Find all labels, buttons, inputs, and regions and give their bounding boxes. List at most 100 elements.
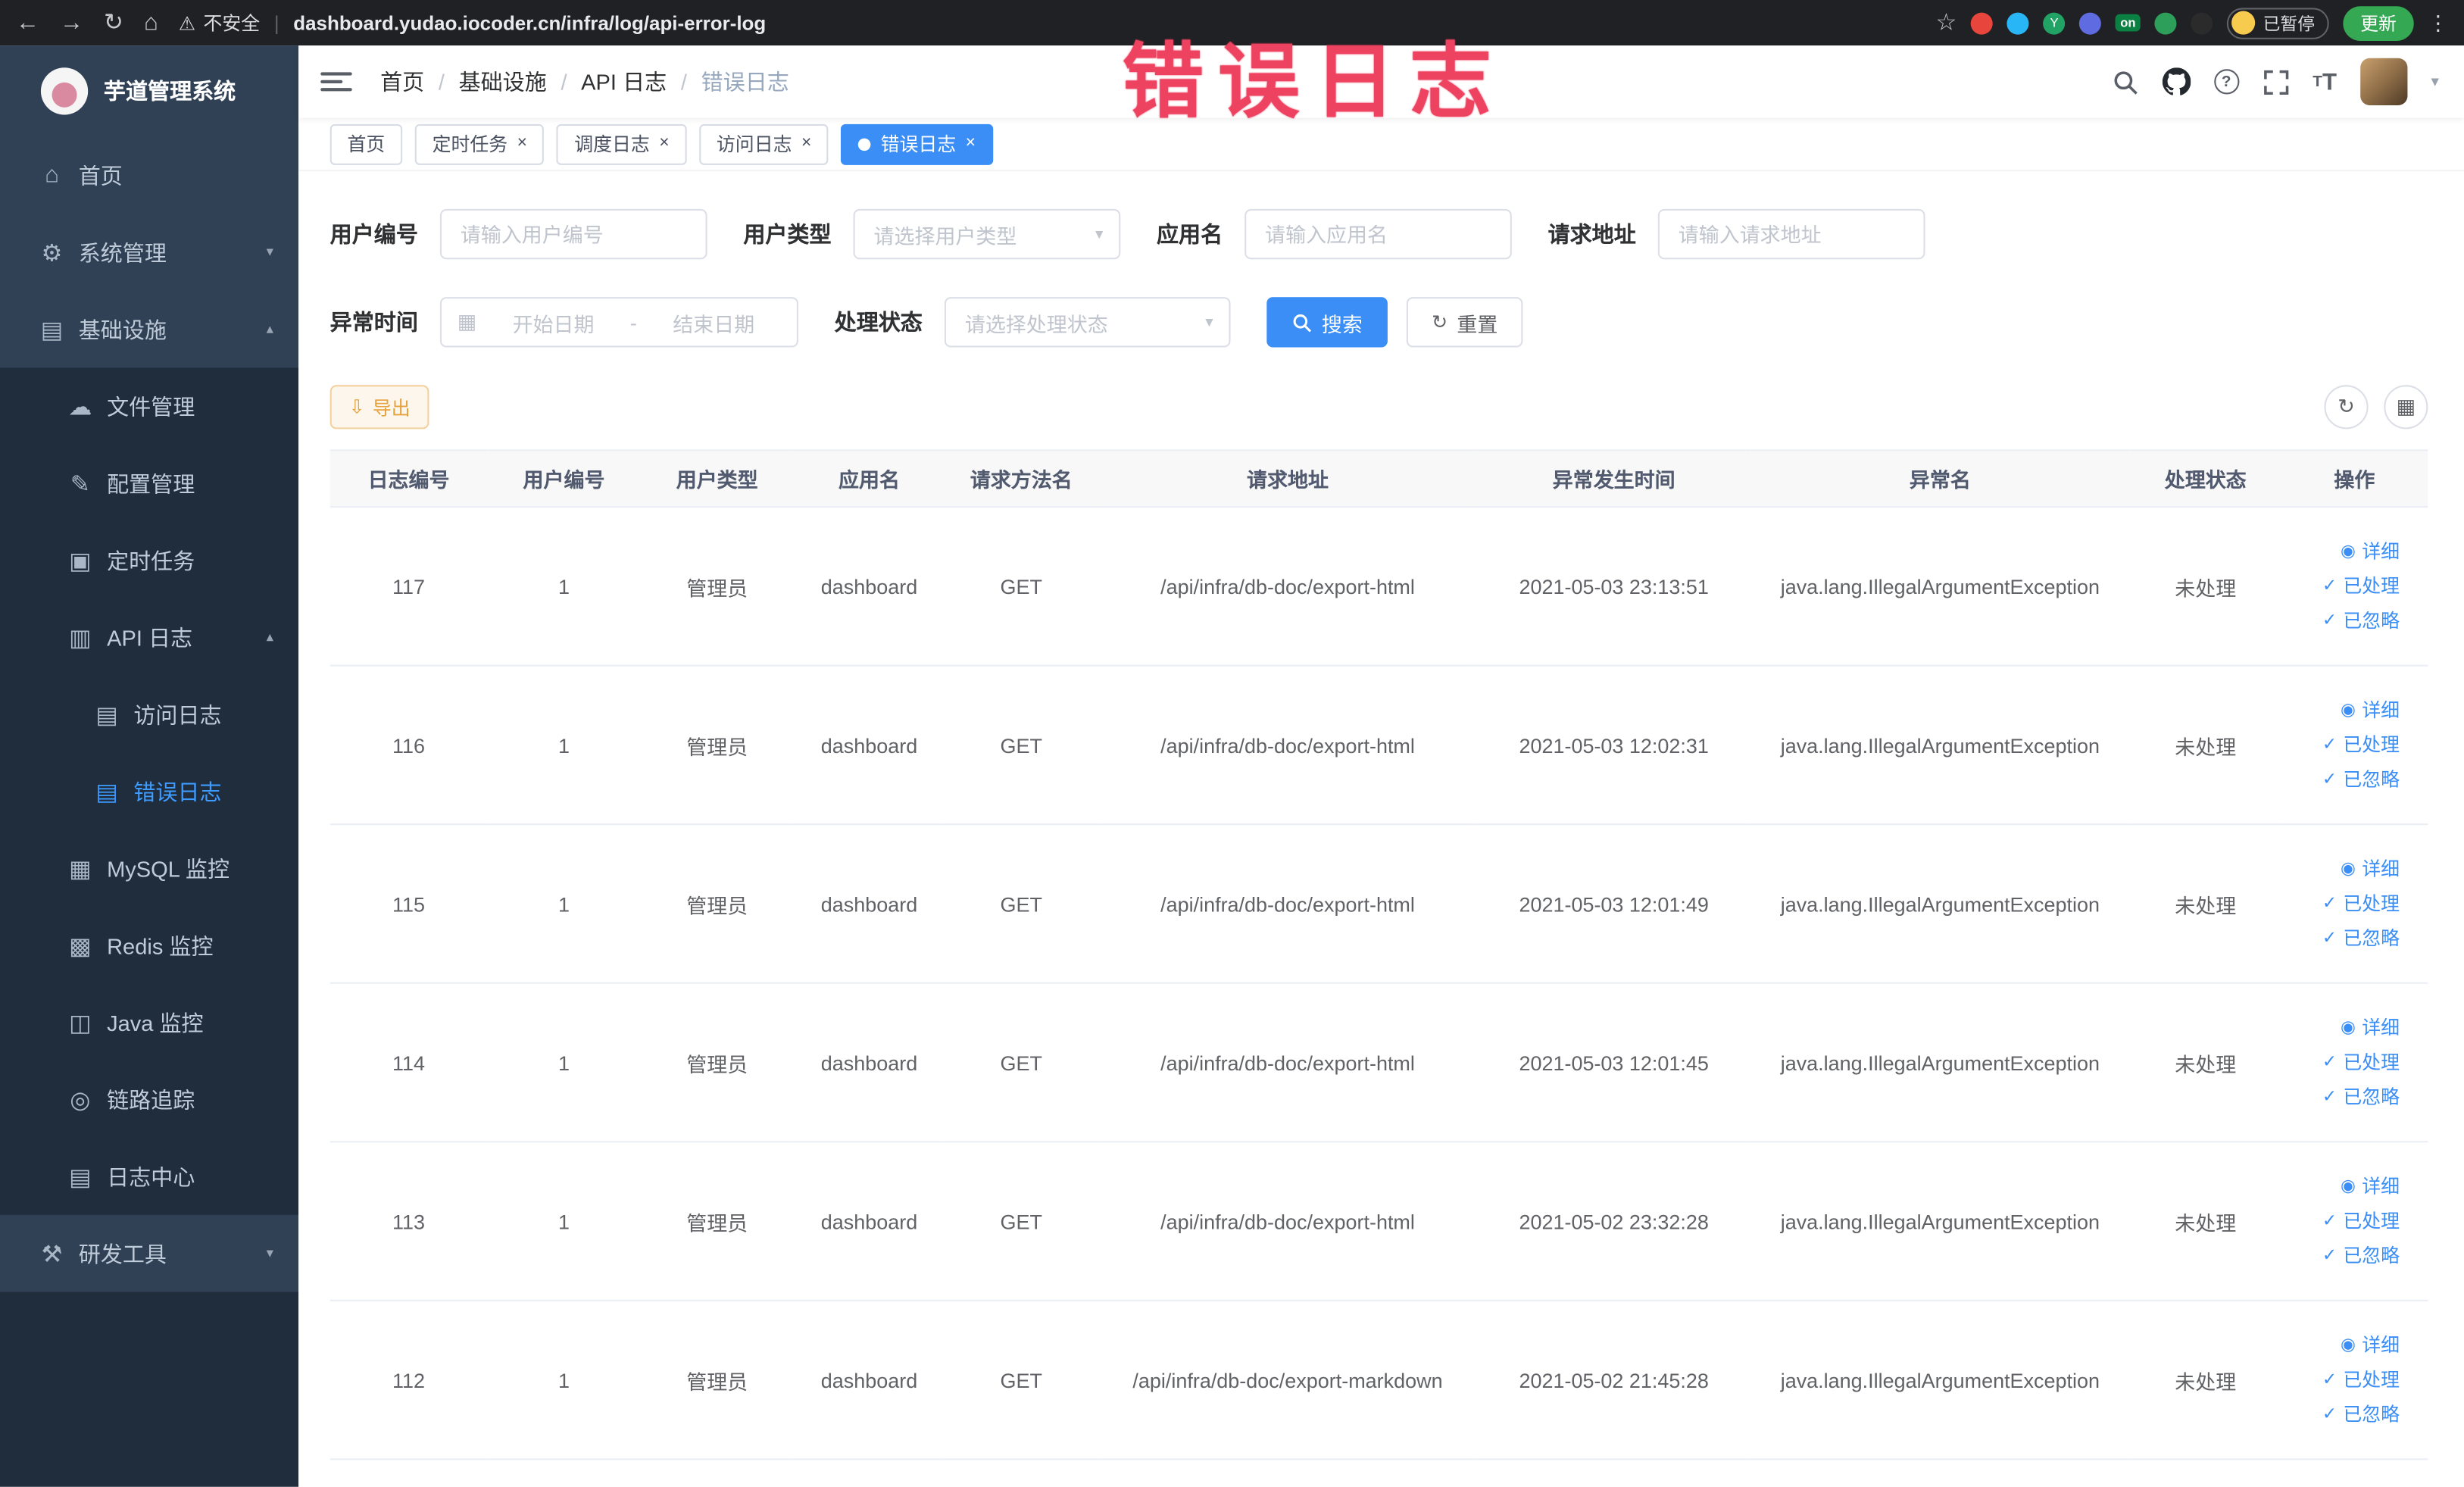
reload-icon[interactable]: ↻ [104,11,123,35]
request-url-input[interactable] [1657,208,1925,260]
sidebar-item-api-log[interactable]: ▥ API 日志 ▴ [0,598,298,676]
extension-icon[interactable] [2079,11,2102,34]
sidebar-item-system-management[interactable]: ⚙ 系统管理 ▾ [0,214,298,291]
breadcrumb-item[interactable]: 首页 [380,66,424,97]
processed-link[interactable]: ✓ 已处理 [2291,1363,2400,1398]
sidebar-item-trace[interactable]: ◎ 链路追踪 [0,1061,298,1138]
help-icon[interactable]: ? [2213,69,2239,95]
refresh-button[interactable]: ↻ [2324,385,2369,430]
sidebar-item-access-log[interactable]: ▤ 访问日志 [0,676,298,753]
address-bar[interactable]: ⚠ 不安全 | dashboard.yudao.iocoder.cn/infra… [179,9,1916,36]
extension-icon[interactable] [2191,11,2213,34]
extension-icon[interactable] [2154,11,2177,34]
hamburger-icon[interactable] [320,72,352,92]
home-icon[interactable]: ⌂ [144,11,158,35]
processed-link[interactable]: ✓ 已处理 [2291,886,2400,921]
breadcrumb-item[interactable]: API 日志 [581,66,667,97]
ignored-link[interactable]: ✓ 已忽略 [2291,1397,2400,1432]
security-warning[interactable]: ⚠ 不安全 [179,9,260,36]
tag-home[interactable]: 首页 [329,123,403,164]
sidebar-item-file-management[interactable]: ☁ 文件管理 [0,367,298,445]
close-icon[interactable]: × [517,134,527,152]
close-icon[interactable]: × [801,134,811,152]
extension-icon[interactable]: Y [2043,11,2066,34]
column-header: 异常发生时间 [1477,449,1750,508]
forward-icon[interactable]: → [60,11,83,35]
cell-url: /api/infra/db-doc/export-markdown [1098,1300,1478,1460]
search-icon[interactable] [2112,68,2138,95]
sidebar-item-config-management[interactable]: ✎ 配置管理 [0,445,298,522]
extension-on-badge[interactable]: on [2116,14,2141,32]
bookmark-star-icon[interactable]: ☆ [1936,11,1957,35]
cell-log-id: 113 [329,1142,488,1301]
caret-down-icon[interactable]: ▾ [2431,73,2438,90]
sidebar-item-scheduled-tasks[interactable]: ▣ 定时任务 [0,522,298,599]
column-settings-button[interactable]: ▦ [2384,385,2428,430]
ignored-link[interactable]: ✓ 已忽略 [2291,1239,2400,1273]
ignored-link[interactable]: ✓ 已忽略 [2291,762,2400,797]
eye-icon: ◉ [2341,1176,2356,1195]
sidebar-item-dev-tools[interactable]: ⚒ 研发工具 ▾ [0,1215,298,1292]
font-size-icon[interactable]: TT [2313,68,2337,95]
ignored-link[interactable]: ✓ 已忽略 [2291,604,2400,639]
sidebar-item-log-center[interactable]: ▤ 日志中心 [0,1138,298,1215]
search-button[interactable]: 搜索 [1266,297,1388,348]
cell-time: 2021-05-03 12:01:49 [1477,824,1750,984]
reset-button[interactable]: ↻ 重置 [1406,297,1523,348]
fullscreen-icon[interactable] [2263,68,2289,95]
profile-paused-badge[interactable]: 已暂停 [2226,7,2329,39]
gear-icon: ⚙ [41,239,63,267]
sidebar-item-error-log[interactable]: ▤ 错误日志 [0,753,298,830]
browser-menu-icon[interactable]: ⋮ [2428,10,2448,35]
extension-icon[interactable] [1971,11,1994,34]
ignored-link[interactable]: ✓ 已忽略 [2291,921,2400,956]
sidebar-item-infrastructure[interactable]: ▤ 基础设施 ▴ [0,291,298,368]
breadcrumb-item[interactable]: 基础设施 [459,66,547,97]
chrome-update-button[interactable]: 更新 [2343,5,2414,40]
sidebar-item-redis-monitor[interactable]: ▩ Redis 监控 [0,907,298,984]
tag-access-log[interactable]: 访问日志 × [699,123,829,164]
home-icon: ⌂ [45,161,59,189]
ignored-link[interactable]: ✓ 已忽略 [2291,1079,2400,1114]
processed-link[interactable]: ✓ 已处理 [2291,1204,2400,1239]
processed-link[interactable]: ✓ 已处理 [2291,569,2400,604]
github-icon[interactable] [2162,67,2191,95]
tag-dispatch-log[interactable]: 调度日志 × [557,123,687,164]
browser-extensions-area: ☆ Y on 已暂停 更新 ⋮ [1936,5,2448,40]
sidebar-item-home[interactable]: ⌂ 首页 [0,136,298,214]
filter-app-name: 应用名 [1157,208,1512,260]
date-range-picker[interactable]: ▦ 开始日期 - 结束日期 [439,297,798,348]
export-button[interactable]: ⇩ 导出 [329,385,429,430]
detail-link[interactable]: ◉ 详细 [2291,1011,2400,1045]
detail-link[interactable]: ◉ 详细 [2291,534,2400,569]
table-row: 112 1 管理员 dashboard GET /api/infra/db-do… [329,1300,2428,1460]
user-id-input[interactable] [439,208,707,260]
sidebar-item-java-monitor[interactable]: ◫ Java 监控 [0,984,298,1061]
extension-icon[interactable] [2006,11,2029,34]
detail-link[interactable]: ◉ 详细 [2291,1170,2400,1204]
breadcrumb-separator: / [438,69,445,95]
cell-time: 2021-05-03 23:13:51 [1477,507,1750,667]
close-icon[interactable]: × [966,134,976,152]
cell-method: GET [945,665,1098,826]
user-avatar[interactable] [2360,58,2408,106]
sidebar-item-mysql-monitor[interactable]: ▦ MySQL 监控 [0,829,298,907]
tag-error-log[interactable]: 错误日志 × [841,123,993,164]
table-row: 114 1 管理员 dashboard GET /api/infra/db-do… [329,982,2428,1143]
breadcrumb-separator: / [561,69,567,95]
process-status-select[interactable]: 请选择处理状态 ▾ [944,297,1231,348]
back-icon[interactable]: ← [16,11,39,35]
detail-link[interactable]: ◉ 详细 [2291,693,2400,728]
app-name-input[interactable] [1244,208,1512,260]
warning-icon: ⚠ [178,11,196,34]
table-row: 113 1 管理员 dashboard GET /api/infra/db-do… [329,1142,2428,1301]
detail-link[interactable]: ◉ 详细 [2291,1328,2400,1363]
tag-scheduled-tasks[interactable]: 定时任务 × [414,123,545,164]
close-icon[interactable]: × [659,134,669,152]
processed-link[interactable]: ✓ 已处理 [2291,1045,2400,1080]
processed-link[interactable]: ✓ 已处理 [2291,728,2400,763]
detail-link[interactable]: ◉ 详细 [2291,851,2400,886]
user-type-select[interactable]: 请选择用户类型 ▾ [853,208,1121,260]
cell-log-id: 114 [329,982,488,1143]
app-logo[interactable]: 芋道管理系统 [0,45,298,136]
